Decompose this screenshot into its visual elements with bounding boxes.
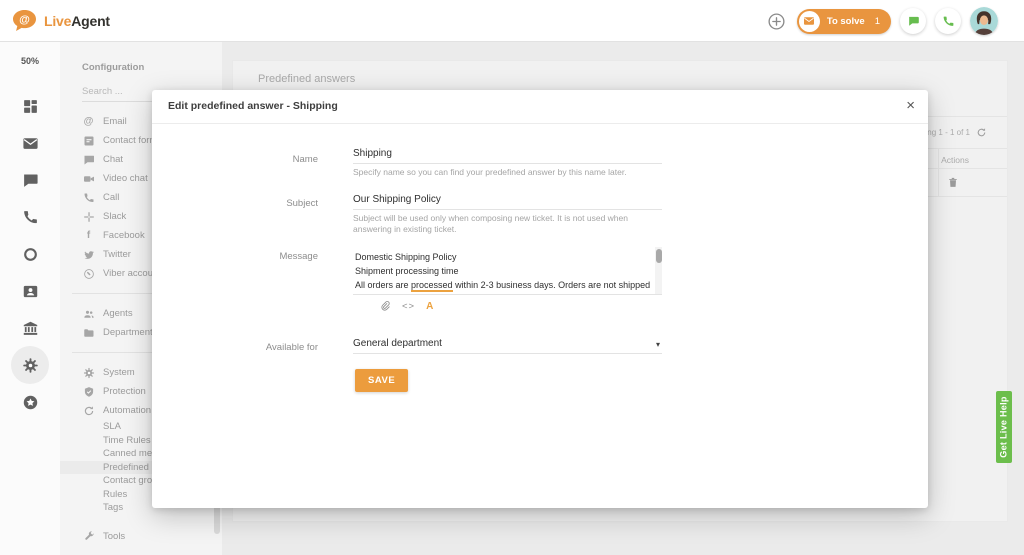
sidebar-item-label: Facebook bbox=[103, 230, 145, 241]
gear-icon bbox=[82, 367, 95, 379]
sidebar-item-label: Departments bbox=[103, 327, 157, 338]
to-solve-label: To solve bbox=[827, 16, 865, 27]
sidebar-item-label: Email bbox=[103, 116, 127, 127]
sidebar-item-label: Contact form bbox=[103, 135, 157, 146]
calls-button[interactable] bbox=[935, 8, 961, 34]
rail-mail-icon[interactable] bbox=[18, 131, 42, 155]
add-button[interactable] bbox=[766, 10, 788, 32]
sidebar-item-label: Call bbox=[103, 192, 119, 203]
to-solve-button[interactable]: To solve 1 bbox=[797, 9, 891, 34]
subject-field-group: Our Shipping Policy Subject will be used… bbox=[353, 194, 662, 235]
videocam-icon bbox=[82, 173, 95, 185]
edit-predefined-answer-modal: Edit predefined answer - Shipping × Name… bbox=[152, 90, 928, 508]
get-live-help-button[interactable]: Get Live Help bbox=[996, 391, 1012, 463]
name-input[interactable]: Shipping bbox=[353, 148, 662, 164]
refresh-icon bbox=[82, 405, 95, 417]
sidebar-item-label: Twitter bbox=[103, 249, 131, 260]
zoom-level-label: 50% bbox=[0, 56, 60, 66]
chevron-down-icon: ▾ bbox=[656, 340, 660, 349]
rail-grid-icon[interactable] bbox=[18, 94, 42, 118]
subject-label: Subject bbox=[152, 198, 318, 209]
phone-icon bbox=[82, 192, 95, 204]
at-icon: @ bbox=[82, 116, 95, 128]
message-scrollbar-thumb[interactable] bbox=[656, 249, 662, 263]
form-icon bbox=[82, 135, 95, 147]
save-button[interactable]: SAVE bbox=[355, 369, 408, 392]
available-for-value: General department bbox=[353, 338, 662, 354]
message-line-3: All orders are processed within 2-3 busi… bbox=[353, 278, 653, 292]
trash-icon[interactable] bbox=[947, 176, 959, 189]
available-for-label: Available for bbox=[152, 342, 318, 353]
message-scrollbar-track bbox=[655, 247, 662, 295]
get-live-help-label: Get Live Help bbox=[999, 396, 1009, 457]
folder-icon bbox=[82, 327, 95, 339]
close-icon[interactable]: × bbox=[906, 95, 915, 117]
sidebar-item-label: Chat bbox=[103, 154, 123, 165]
rail-star-icon[interactable] bbox=[18, 390, 42, 414]
to-solve-envelope-icon bbox=[799, 11, 820, 32]
sidebar-item-label: Protection bbox=[103, 386, 146, 397]
sidebar-item-label: System bbox=[103, 367, 135, 378]
sidebar-item-tools[interactable]: Tools bbox=[82, 527, 222, 546]
people-icon bbox=[82, 308, 95, 320]
sidebar-item-label: Agents bbox=[103, 308, 133, 319]
facebook-icon: f bbox=[82, 230, 95, 242]
sidebar-item-label: Tools bbox=[103, 531, 125, 542]
name-help-text: Specify name so you can find your predef… bbox=[353, 167, 662, 178]
rail-card-icon[interactable] bbox=[18, 279, 42, 303]
liveagent-logo[interactable]: @ LiveAgent bbox=[12, 9, 110, 32]
chat-icon bbox=[82, 154, 95, 166]
rail-bank-icon[interactable] bbox=[18, 316, 42, 340]
subject-help-text: Subject will be used only when composing… bbox=[353, 213, 662, 235]
modal-title: Edit predefined answer - Shipping bbox=[168, 100, 338, 112]
twitter-icon bbox=[82, 249, 95, 261]
shield-icon bbox=[82, 386, 95, 398]
font-color-icon[interactable]: A bbox=[426, 301, 433, 312]
message-textarea[interactable]: Domestic Shipping Policy Shipment proces… bbox=[353, 247, 662, 295]
slack-icon bbox=[82, 211, 95, 223]
wrench-icon bbox=[82, 530, 95, 542]
spellcheck-underline: processed bbox=[411, 280, 453, 292]
rail-chat-icon[interactable] bbox=[18, 168, 42, 192]
message-toolbar: <> A bbox=[379, 299, 433, 313]
logo-bubble-icon: @ bbox=[12, 9, 37, 32]
sidebar-item-label: Automation bbox=[103, 405, 151, 416]
modal-header-divider bbox=[152, 123, 928, 124]
sidebar-title: Configuration bbox=[82, 62, 222, 73]
svg-text:@: @ bbox=[19, 14, 30, 26]
subject-input[interactable]: Our Shipping Policy bbox=[353, 194, 662, 210]
message-line-1: Domestic Shipping Policy bbox=[353, 250, 653, 264]
code-view-icon[interactable]: <> bbox=[402, 301, 415, 312]
actions-column-header: Actions bbox=[941, 155, 969, 165]
page-title: Predefined answers bbox=[258, 73, 355, 85]
message-label: Message bbox=[152, 251, 318, 262]
avatar[interactable] bbox=[970, 7, 998, 35]
sidebar-item-label: Video chat bbox=[103, 173, 148, 184]
attachment-icon[interactable] bbox=[379, 299, 391, 313]
rail-phone-icon[interactable] bbox=[18, 205, 42, 229]
logo-text: LiveAgent bbox=[44, 13, 110, 29]
topbar: @ LiveAgent To solve 1 bbox=[0, 0, 1024, 42]
rail-gear-icon[interactable] bbox=[11, 346, 49, 384]
navigation-rail: 50% bbox=[0, 42, 60, 555]
refresh-icon[interactable] bbox=[976, 127, 987, 138]
chats-button[interactable] bbox=[900, 8, 926, 34]
sidebar-item-label: Slack bbox=[103, 211, 126, 222]
available-for-select[interactable]: General department ▾ bbox=[353, 338, 662, 354]
message-line-2: Shipment processing time bbox=[353, 264, 653, 278]
viber-icon bbox=[82, 268, 95, 280]
name-label: Name bbox=[152, 154, 318, 165]
to-solve-count: 1 bbox=[875, 16, 880, 27]
name-field-group: Shipping Specify name so you can find yo… bbox=[353, 148, 662, 178]
rail-ring-icon[interactable] bbox=[18, 242, 42, 266]
